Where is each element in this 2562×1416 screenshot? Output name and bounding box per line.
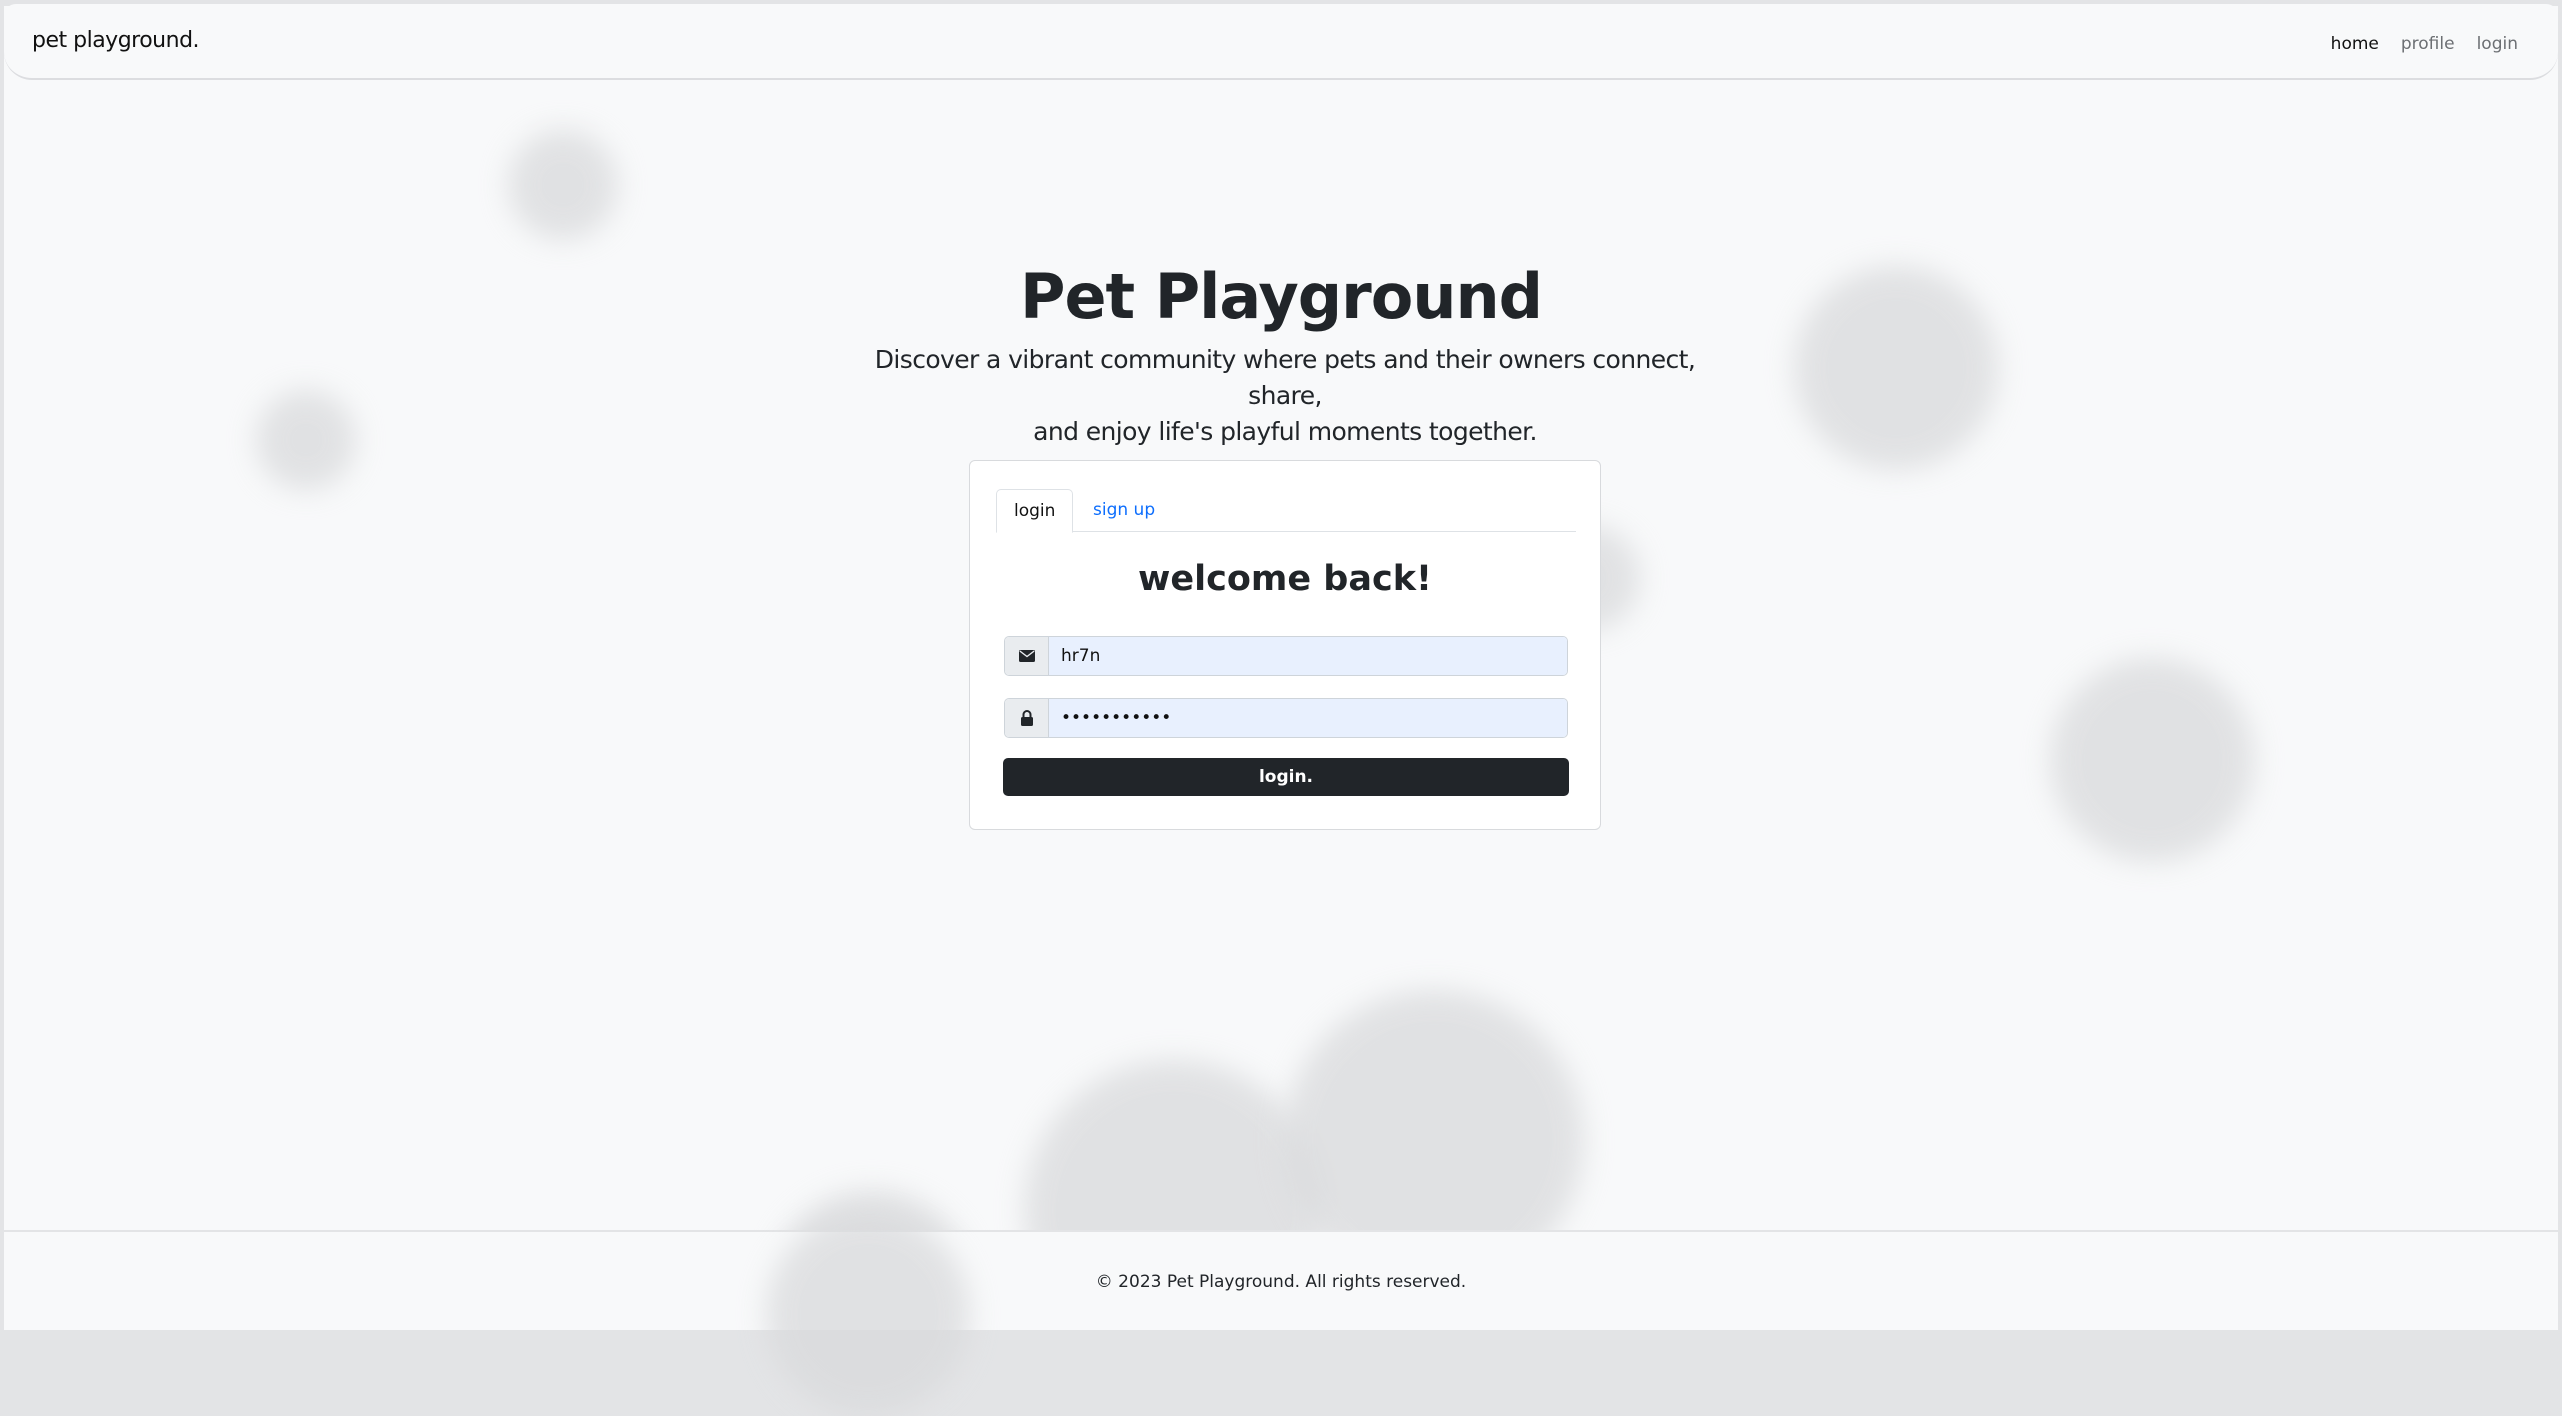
- decor-blob: [2050, 658, 2254, 862]
- tab-sign-up[interactable]: sign up: [1076, 489, 1172, 531]
- lock-icon: [1005, 699, 1049, 737]
- subtitle-line: Discover a vibrant community where pets …: [874, 345, 1696, 410]
- tab-login[interactable]: login: [996, 489, 1074, 533]
- login-button[interactable]: login.: [1003, 758, 1569, 796]
- decor-blob: [508, 130, 618, 240]
- decor-blob: [766, 1212, 970, 1416]
- auth-tabs: login sign up: [996, 489, 1576, 533]
- decor-blob: [1284, 990, 1584, 1230]
- nav-links: home profile login: [2331, 34, 2518, 54]
- page-title: Pet Playground: [1020, 260, 1543, 333]
- envelope-icon: [1005, 637, 1049, 675]
- email-field[interactable]: [1049, 637, 1567, 675]
- page-subtitle: Discover a vibrant community where pets …: [854, 342, 1716, 450]
- nav-link-profile[interactable]: profile: [2401, 34, 2455, 54]
- brand-logo[interactable]: pet playground.: [32, 28, 200, 53]
- footer: © 2023 Pet Playground. All rights reserv…: [4, 1212, 2558, 1416]
- welcome-heading: welcome back!: [1138, 559, 1432, 599]
- decor-blob: [1024, 1060, 1324, 1230]
- decor-blob: [256, 390, 356, 490]
- email-input-group: [1004, 636, 1568, 676]
- main-content: Pet Playground Discover a vibrant commun…: [4, 80, 2558, 1230]
- password-field[interactable]: [1049, 699, 1567, 737]
- copyright-text: © 2023 Pet Playground. All rights reserv…: [1095, 1272, 1467, 1292]
- auth-card: login sign up welcome back! login.: [969, 460, 1601, 830]
- nav-link-home[interactable]: home: [2331, 34, 2379, 54]
- subtitle-line: and enjoy life's playful moments togethe…: [1033, 417, 1537, 446]
- password-input-group: [1004, 698, 1568, 738]
- navbar: pet playground. home profile login: [4, 6, 2558, 80]
- nav-link-login[interactable]: login: [2477, 34, 2518, 54]
